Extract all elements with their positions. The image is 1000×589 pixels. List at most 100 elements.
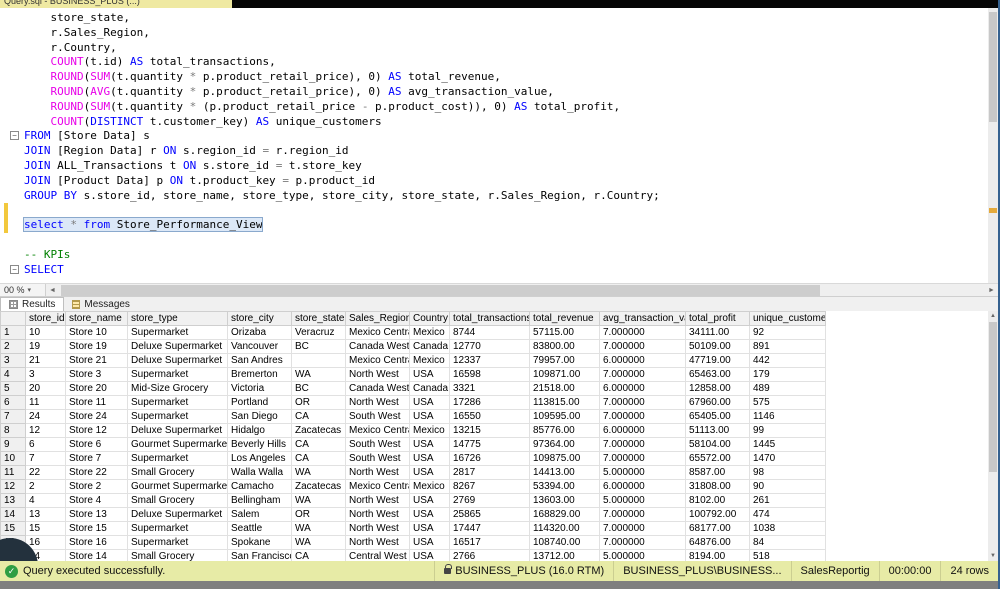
grid-cell[interactable]: Canada West — [345, 381, 410, 396]
grid-cell[interactable]: USA — [409, 451, 450, 466]
grid-cell[interactable]: South West — [345, 409, 410, 424]
row-header[interactable]: 15 — [0, 521, 26, 536]
grid-cell[interactable]: North West — [345, 493, 410, 508]
scroll-up-icon[interactable]: ▲ — [988, 311, 998, 321]
grid-cell[interactable]: Store 14 — [65, 549, 128, 561]
tab-results[interactable]: Results — [0, 297, 65, 311]
grid-cell[interactable]: Mid-Size Grocery — [127, 381, 228, 396]
grid-cell[interactable]: 16598 — [449, 367, 530, 382]
grid-cell[interactable]: 8267 — [449, 479, 530, 494]
grid-cell[interactable]: North West — [345, 395, 410, 410]
grid-cell[interactable]: WA — [291, 465, 346, 480]
grid-cell[interactable]: 65405.00 — [685, 409, 750, 424]
grid-cell[interactable]: CA — [291, 451, 346, 466]
code-line[interactable]: -- KPIs — [0, 248, 988, 263]
grid-cell[interactable]: Spokane — [227, 535, 292, 550]
grid-cell[interactable]: 7.000000 — [599, 521, 686, 536]
horizontal-scrollbar[interactable] — [59, 284, 985, 297]
grid-cell[interactable]: 50109.00 — [685, 339, 750, 354]
zoom-control[interactable]: 00 % ▾ — [0, 283, 46, 297]
code-line[interactable]: select * from Store_Performance_View — [0, 217, 988, 233]
grid-cell[interactable]: Mexico Central — [345, 423, 410, 438]
grid-cell[interactable]: 13603.00 — [529, 493, 600, 508]
grid-cell[interactable]: 474 — [749, 507, 826, 522]
column-header[interactable]: total_revenue — [529, 311, 600, 326]
grid-cell[interactable]: Supermarket — [127, 451, 228, 466]
grid-cell[interactable]: 12337 — [449, 353, 530, 368]
grid-cell[interactable]: North West — [345, 507, 410, 522]
grid-cell[interactable]: 51113.00 — [685, 423, 750, 438]
row-header[interactable]: 8 — [0, 423, 26, 438]
grid-cell[interactable]: Salem — [227, 507, 292, 522]
grid-cell[interactable]: 16517 — [449, 535, 530, 550]
code-line[interactable]: COUNT(t.id) AS total_transactions, — [0, 55, 988, 70]
grid-cell[interactable]: 68177.00 — [685, 521, 750, 536]
code-line[interactable]: JOIN ALL_Transactions t ON s.store_id = … — [0, 159, 988, 174]
grid-cell[interactable]: Small Grocery — [127, 549, 228, 561]
grid-cell[interactable]: San Francisco — [227, 549, 292, 561]
grid-cell[interactable]: USA — [409, 549, 450, 561]
scroll-down-icon[interactable]: ▼ — [988, 551, 998, 561]
grid-cell[interactable]: Hidalgo — [227, 423, 292, 438]
grid-cell[interactable]: 10 — [25, 325, 66, 340]
grid-cell[interactable]: CA — [291, 549, 346, 561]
grid-cell[interactable]: Store 4 — [65, 493, 128, 508]
grid-cell[interactable]: 57115.00 — [529, 325, 600, 340]
grid-cell[interactable]: 7.000000 — [599, 451, 686, 466]
grid-cell[interactable]: 6.000000 — [599, 353, 686, 368]
grid-cell[interactable]: WA — [291, 535, 346, 550]
row-header[interactable]: 6 — [0, 395, 26, 410]
grid-cell[interactable]: 84 — [749, 535, 826, 550]
column-header[interactable]: store_state — [291, 311, 346, 326]
grid-cell[interactable]: 85776.00 — [529, 423, 600, 438]
grid-vertical-scrollbar[interactable]: ▲ ▼ — [988, 311, 998, 561]
grid-cell[interactable]: Small Grocery — [127, 465, 228, 480]
grid-cell[interactable]: San Diego — [227, 409, 292, 424]
select-all-corner[interactable] — [0, 311, 26, 326]
grid-cell[interactable]: Camacho — [227, 479, 292, 494]
grid-cell[interactable]: Supermarket — [127, 535, 228, 550]
grid-cell[interactable]: Victoria — [227, 381, 292, 396]
grid-cell[interactable]: Store 12 — [65, 423, 128, 438]
grid-cell[interactable]: North West — [345, 535, 410, 550]
grid-cell[interactable]: 442 — [749, 353, 826, 368]
grid-cell[interactable]: 79957.00 — [529, 353, 600, 368]
grid-cell[interactable]: Store 10 — [65, 325, 128, 340]
grid-cell[interactable]: 168829.00 — [529, 507, 600, 522]
grid-cell[interactable]: 108740.00 — [529, 535, 600, 550]
grid-cell[interactable]: OR — [291, 395, 346, 410]
code-line[interactable]: store_state, — [0, 11, 988, 26]
grid-cell[interactable]: 7.000000 — [599, 507, 686, 522]
scroll-left-button[interactable]: ◄ — [46, 284, 59, 297]
grid-cell[interactable]: 7.000000 — [599, 535, 686, 550]
grid-cell[interactable]: 100792.00 — [685, 507, 750, 522]
grid-cell[interactable]: CA — [291, 437, 346, 452]
grid-cell[interactable]: 1038 — [749, 521, 826, 536]
grid-cell[interactable]: 25865 — [449, 507, 530, 522]
code-line[interactable]: ROUND(SUM(t.quantity * p.product_retail_… — [0, 70, 988, 85]
grid-cell[interactable]: Gourmet Supermarket — [127, 437, 228, 452]
grid-cell[interactable]: 13712.00 — [529, 549, 600, 561]
grid-cell[interactable]: 24 — [25, 409, 66, 424]
grid-cell[interactable]: 2769 — [449, 493, 530, 508]
grid-cell[interactable]: CA — [291, 409, 346, 424]
grid-cell[interactable]: 19 — [25, 339, 66, 354]
grid-cell[interactable]: 5.000000 — [599, 493, 686, 508]
grid-cell[interactable]: Store 3 — [65, 367, 128, 382]
code-line[interactable]: JOIN [Region Data] r ON s.region_id = r.… — [0, 144, 988, 159]
document-tab[interactable]: Query.sql - BUSINESS_PLUS (...) — [0, 0, 232, 8]
code-line[interactable]: GROUP BY s.store_id, store_name, store_t… — [0, 189, 988, 204]
grid-cell[interactable]: 67960.00 — [685, 395, 750, 410]
grid-cell[interactable]: Vancouver — [227, 339, 292, 354]
row-header[interactable]: 9 — [0, 437, 26, 452]
grid-cell[interactable]: 6.000000 — [599, 423, 686, 438]
grid-cell[interactable]: 65572.00 — [685, 451, 750, 466]
grid-cell[interactable]: 109871.00 — [529, 367, 600, 382]
grid-cell[interactable]: Store 21 — [65, 353, 128, 368]
code-line[interactable]: JOIN [Product Data] p ON t.product_key =… — [0, 174, 988, 189]
grid-cell[interactable]: Supermarket — [127, 409, 228, 424]
grid-cell[interactable]: 7.000000 — [599, 409, 686, 424]
scrollbar-thumb[interactable] — [61, 284, 821, 296]
grid-cell[interactable]: 489 — [749, 381, 826, 396]
code-line[interactable] — [0, 233, 988, 248]
